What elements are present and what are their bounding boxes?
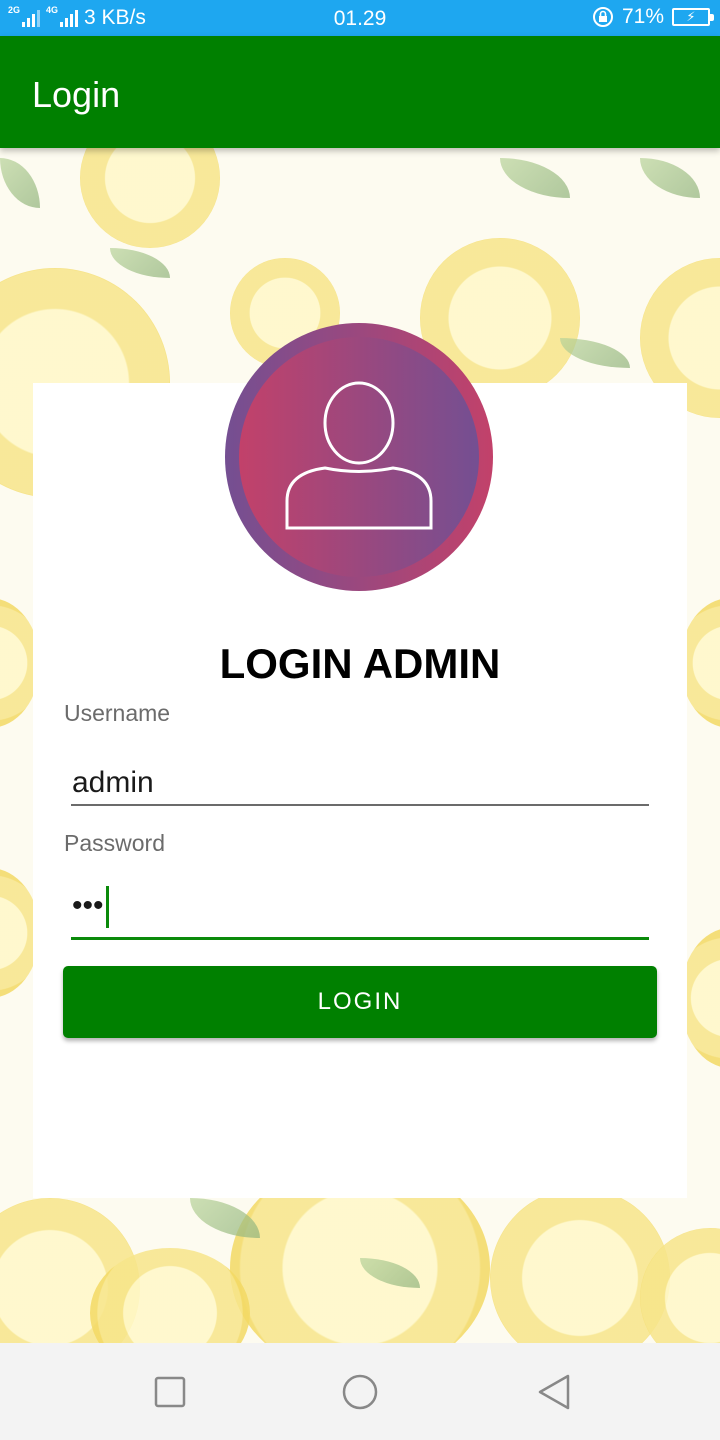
username-input[interactable]: admin	[71, 766, 649, 806]
login-heading: LOGIN ADMIN	[219, 640, 501, 687]
user-icon	[285, 381, 433, 530]
username-underline	[71, 804, 649, 806]
app-bar: Login	[0, 36, 720, 148]
password-underline	[71, 937, 649, 940]
text-cursor	[105, 886, 109, 928]
navigation-bar	[0, 1343, 720, 1440]
page-title: Login	[32, 74, 121, 115]
triangle-back-icon[interactable]	[534, 1374, 574, 1410]
avatar	[225, 323, 493, 591]
battery-percent: 71%	[621, 5, 664, 28]
login-button[interactable]: LOGIN	[63, 966, 657, 1038]
square-icon[interactable]	[150, 1374, 190, 1410]
status-bar: 2G 4G 3 KB/s 01.29 71% ⚡	[0, 0, 720, 36]
battery-icon: ⚡	[672, 8, 714, 26]
password-input[interactable]: •••	[71, 882, 649, 940]
password-label: Password	[64, 830, 165, 856]
password-value: •••	[72, 888, 104, 922]
status-right: 71% ⚡	[592, 5, 714, 29]
circle-icon[interactable]	[340, 1374, 380, 1410]
username-value: admin	[72, 766, 154, 799]
rotation-lock-icon	[592, 7, 613, 27]
username-label: Username	[64, 700, 171, 726]
